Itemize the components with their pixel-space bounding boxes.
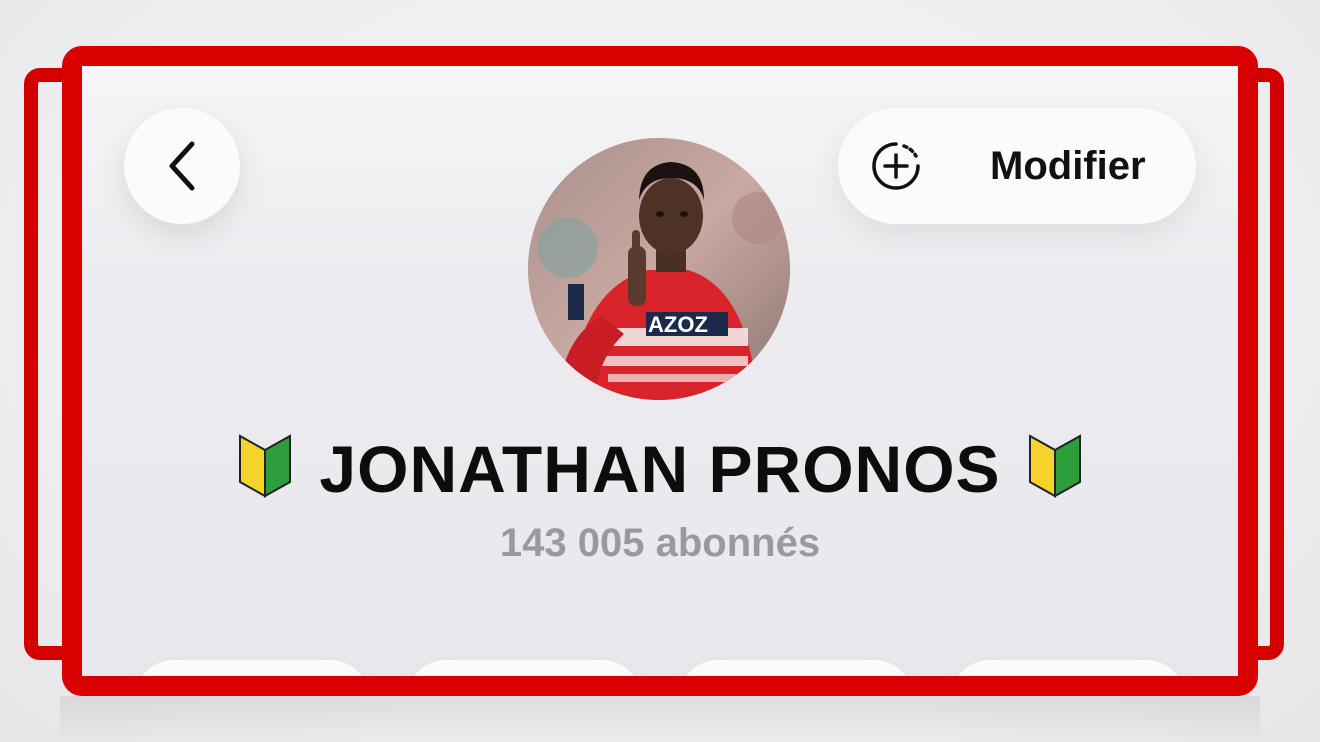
action-pill-4[interactable] (950, 660, 1186, 676)
avatar[interactable]: AZOZ (528, 138, 790, 400)
action-pill-2[interactable] (406, 660, 642, 676)
profile-name: JONATHAN PRONOS (319, 432, 1001, 506)
profile-panel: Modifier AZOZ JONATHAN PRONOS 143 005 ab… (82, 66, 1238, 676)
chevron-left-icon (169, 141, 195, 191)
action-pill-1[interactable] (134, 660, 370, 676)
highlight-frame: Modifier AZOZ JONATHAN PRONOS 143 005 ab… (62, 46, 1258, 696)
beginner-leaf-icon (1028, 434, 1081, 498)
add-circle-icon (868, 138, 924, 194)
modify-button[interactable]: Modifier (838, 108, 1196, 224)
profile-name-row: JONATHAN PRONOS (82, 430, 1238, 507)
avatar-photo: AZOZ (528, 138, 790, 400)
action-pill-3[interactable] (678, 660, 914, 676)
modify-label: Modifier (990, 143, 1146, 188)
bottom-shadow (60, 696, 1260, 742)
beginner-leaf-icon (239, 434, 292, 498)
followers-count: 143 005 abonnés (499, 521, 821, 565)
back-button[interactable] (124, 108, 240, 224)
svg-text:AZOZ: AZOZ (648, 312, 708, 337)
